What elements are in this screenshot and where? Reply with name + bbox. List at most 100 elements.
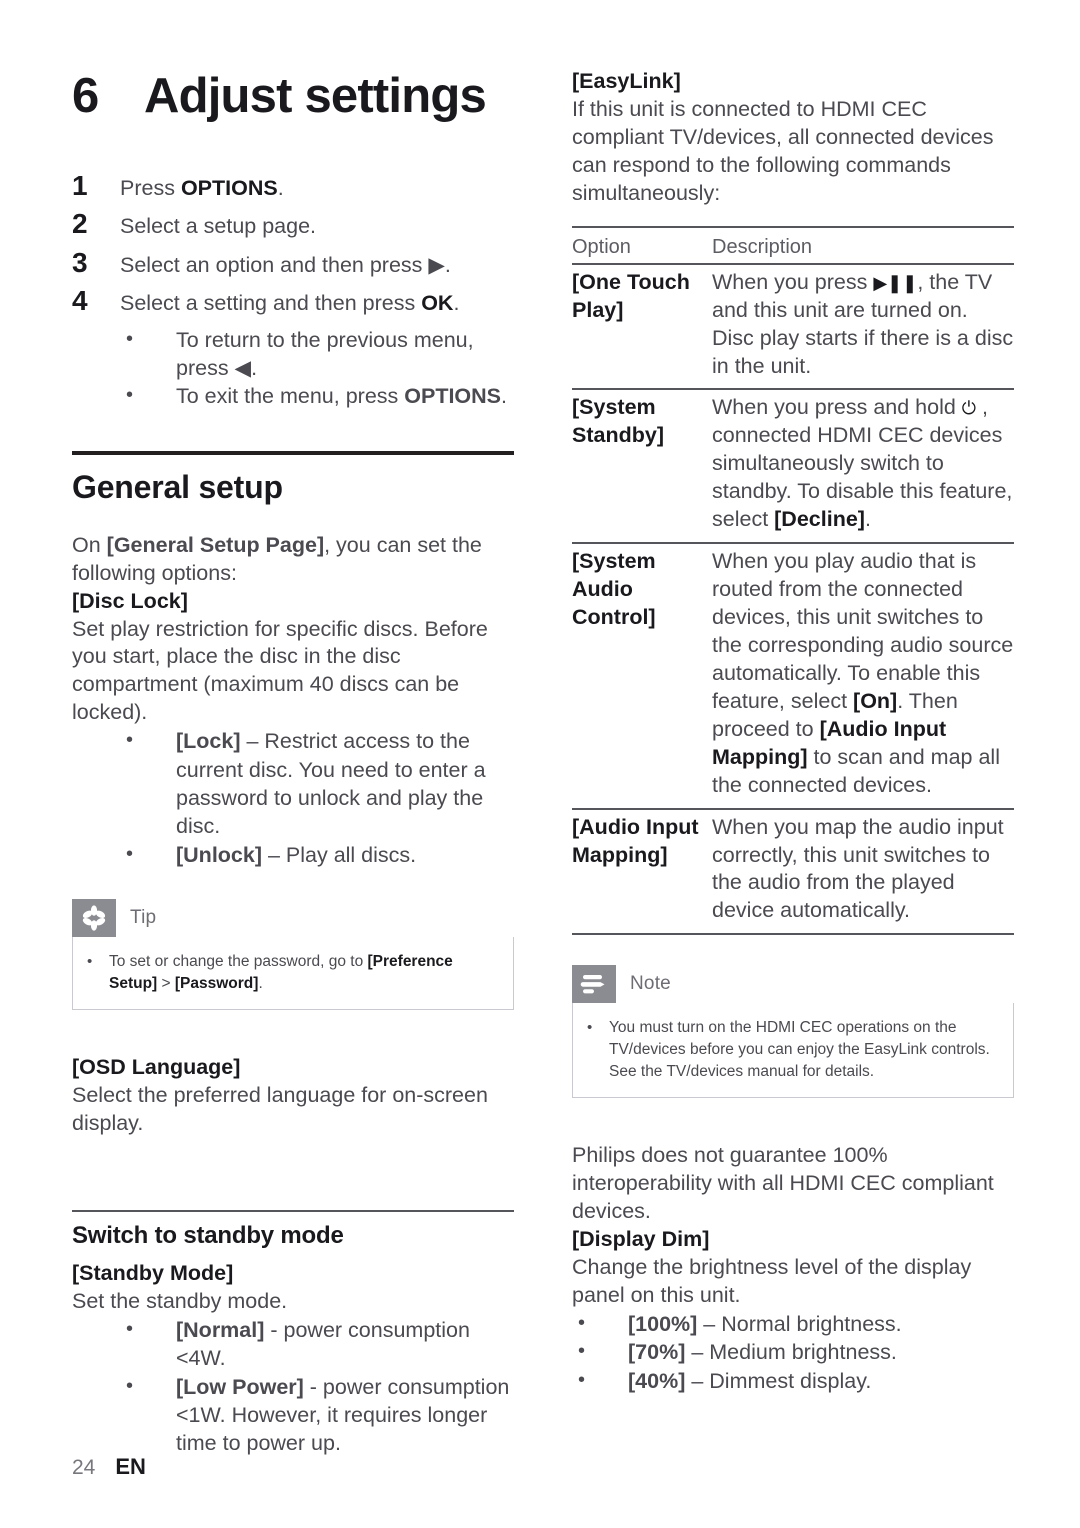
- table-header-row: Option Description: [572, 225, 1014, 265]
- tip-label: Tip: [130, 907, 157, 929]
- standby-mode-body: Set the standby mode.: [72, 1288, 288, 1313]
- list-item-text: [70%] – Medium brightness.: [628, 1340, 897, 1365]
- bullet-glyph: •: [126, 1374, 134, 1397]
- right-column: [EasyLink] If this unit is connected to …: [572, 68, 1014, 1395]
- chapter-title: Adjust settings: [144, 69, 487, 123]
- bullet-glyph: •: [578, 1340, 586, 1363]
- list-item-text: To return to the previous menu, press ◀.: [176, 327, 474, 380]
- list-item: • To exit the menu, press OPTIONS.: [120, 382, 514, 410]
- cell-description: When you play audio that is routed from …: [712, 549, 1014, 797]
- chapter-number: 6: [72, 69, 99, 123]
- list-item-text: [Low Power] - power consumption <1W. How…: [176, 1374, 510, 1456]
- philips-interoperability-note: Philips does not guarantee 100% interope…: [572, 1143, 994, 1224]
- note-badge: [572, 965, 616, 1004]
- list-item: • You must turn on the HDMI CEC operatio…: [587, 1017, 997, 1083]
- cell-option: [One Touch Play]: [572, 269, 690, 322]
- cell-description: When you press and hold ⏻ , connected HD…: [712, 395, 1013, 532]
- list-item-text: To set or change the password, go to [Pr…: [109, 953, 453, 993]
- table-row: [System Audio Control] When you play aud…: [572, 543, 1014, 809]
- list-item-text: [Lock] – Restrict access to the current …: [176, 729, 486, 839]
- column-header-description: Description: [712, 225, 1014, 265]
- disc-lock-bullets: • [Lock] – Restrict access to the curren…: [120, 727, 514, 869]
- list-item: • To return to the previous menu, press …: [120, 326, 514, 383]
- list-item-text: [Normal] - power consumption <4W.: [176, 1317, 470, 1371]
- osd-language-body: Select the preferred language for on-scr…: [72, 1083, 488, 1135]
- bullet-glyph: •: [126, 384, 134, 407]
- table-row: [Audio Input Mapping] When you map the a…: [572, 809, 1014, 935]
- lines-note-icon: [580, 975, 605, 994]
- section-divider: [72, 1209, 514, 1212]
- list-item-text: [100%] – Normal brightness.: [628, 1311, 902, 1336]
- note-callout-header: Note: [572, 965, 1014, 1004]
- step-text: Select an option and then press ▶.: [120, 252, 451, 277]
- step-text: Select a setup page.: [120, 214, 317, 239]
- table-row: [One Touch Play] When you press ▶❚❚, the…: [572, 264, 1014, 390]
- term-easylink: [EasyLink]: [572, 69, 681, 93]
- language-code: EN: [115, 1454, 146, 1479]
- list-item: • [70%] – Medium brightness.: [572, 1338, 1014, 1366]
- step-number: 3: [72, 246, 88, 278]
- bullet-glyph: •: [578, 1368, 586, 1391]
- list-item: • [Lock] – Restrict access to the curren…: [120, 727, 514, 841]
- step-number: 1: [72, 170, 88, 201]
- note-callout-body: • You must turn on the HDMI CEC operatio…: [572, 1003, 1014, 1099]
- term-osd-language: [OSD Language]: [72, 1055, 241, 1080]
- step-item: 4 Select a setting and then press OK.: [72, 283, 514, 319]
- section-title-general-setup: General setup: [72, 468, 283, 505]
- general-setup-intro: On [General Setup Page], you can set the…: [72, 532, 482, 585]
- table-row: [System Standby] When you press and hold…: [572, 389, 1014, 544]
- page-number: 24: [72, 1456, 96, 1479]
- tip-callout-header: Tip: [72, 899, 514, 938]
- step-text: Select a setting and then press OK.: [120, 291, 460, 316]
- bullet-glyph: •: [126, 1317, 134, 1340]
- step-number: 4: [72, 285, 88, 317]
- bullet-glyph: •: [578, 1311, 586, 1334]
- term-standby-mode: [Standby Mode]: [72, 1260, 234, 1285]
- list-item: • [100%] – Normal brightness.: [572, 1310, 1014, 1338]
- list-item: • [Low Power] - power consumption <1W. H…: [120, 1373, 514, 1458]
- term-display-dim: [Display Dim]: [572, 1227, 710, 1252]
- step-number: 2: [72, 208, 88, 240]
- easylink-options-table: Option Description [One Touch Play] When…: [572, 225, 1014, 936]
- chapter-heading: 6 Adjust settings: [72, 68, 514, 124]
- section-title-standby: Switch to standby mode: [72, 1221, 344, 1249]
- list-item: • [40%] – Dimmest display.: [572, 1367, 1014, 1395]
- procedure-steps: 1 Press OPTIONS. 2 Select a setup page. …: [72, 168, 514, 320]
- term-disc-lock: [Disc Lock]: [72, 588, 188, 613]
- list-item-text: To exit the menu, press OPTIONS.: [176, 384, 507, 409]
- asterisk-flower-icon: [82, 905, 106, 931]
- display-dim-bullets: • [100%] – Normal brightness. • [70%] – …: [572, 1310, 1014, 1395]
- section-divider: [72, 450, 514, 455]
- standby-bullets: • [Normal] - power consumption <4W. • [L…: [120, 1316, 514, 1458]
- list-item-text: [40%] – Dimmest display.: [628, 1368, 872, 1393]
- left-column: 6 Adjust settings 1 Press OPTIONS. 2 Sel…: [72, 68, 514, 1458]
- bullet-glyph: •: [587, 1019, 593, 1037]
- tip-callout-body: • To set or change the password, go to […: [72, 937, 514, 1011]
- cell-description: When you map the audio input correctly, …: [712, 814, 1004, 923]
- list-item-text: [Unlock] – Play all discs.: [176, 842, 417, 867]
- manual-page: 6 Adjust settings 1 Press OPTIONS. 2 Sel…: [0, 0, 1080, 1528]
- list-item-text: You must turn on the HDMI CEC operations…: [609, 1019, 990, 1081]
- list-item: • [Normal] - power consumption <4W.: [120, 1316, 514, 1373]
- disc-lock-body: Set play restriction for specific discs.…: [72, 616, 488, 725]
- bullet-glyph: •: [126, 327, 134, 350]
- tip-callout: Tip • To set or change the password, go …: [72, 899, 514, 1011]
- note-label: Note: [630, 973, 671, 995]
- column-header-option: Option: [572, 225, 712, 265]
- cell-option: [System Standby]: [572, 395, 664, 448]
- cell-option: [System Audio Control]: [572, 549, 656, 629]
- display-dim-body: Change the brightness level of the displ…: [572, 1255, 972, 1307]
- step-text: Press OPTIONS.: [120, 176, 284, 200]
- note-callout: Note • You must turn on the HDMI CEC ope…: [572, 965, 1014, 1099]
- step-item: 1 Press OPTIONS.: [72, 168, 514, 204]
- easylink-body: If this unit is connected to HDMI CEC co…: [572, 96, 994, 205]
- bullet-glyph: •: [87, 953, 93, 971]
- bullet-glyph: •: [126, 842, 134, 865]
- step-item: 2 Select a setup page.: [72, 206, 514, 242]
- list-item: • [Unlock] – Play all discs.: [120, 841, 514, 869]
- bullet-glyph: •: [126, 729, 134, 752]
- list-item: • To set or change the password, go to […: [87, 951, 497, 995]
- page-footer: 24 EN: [72, 1454, 146, 1480]
